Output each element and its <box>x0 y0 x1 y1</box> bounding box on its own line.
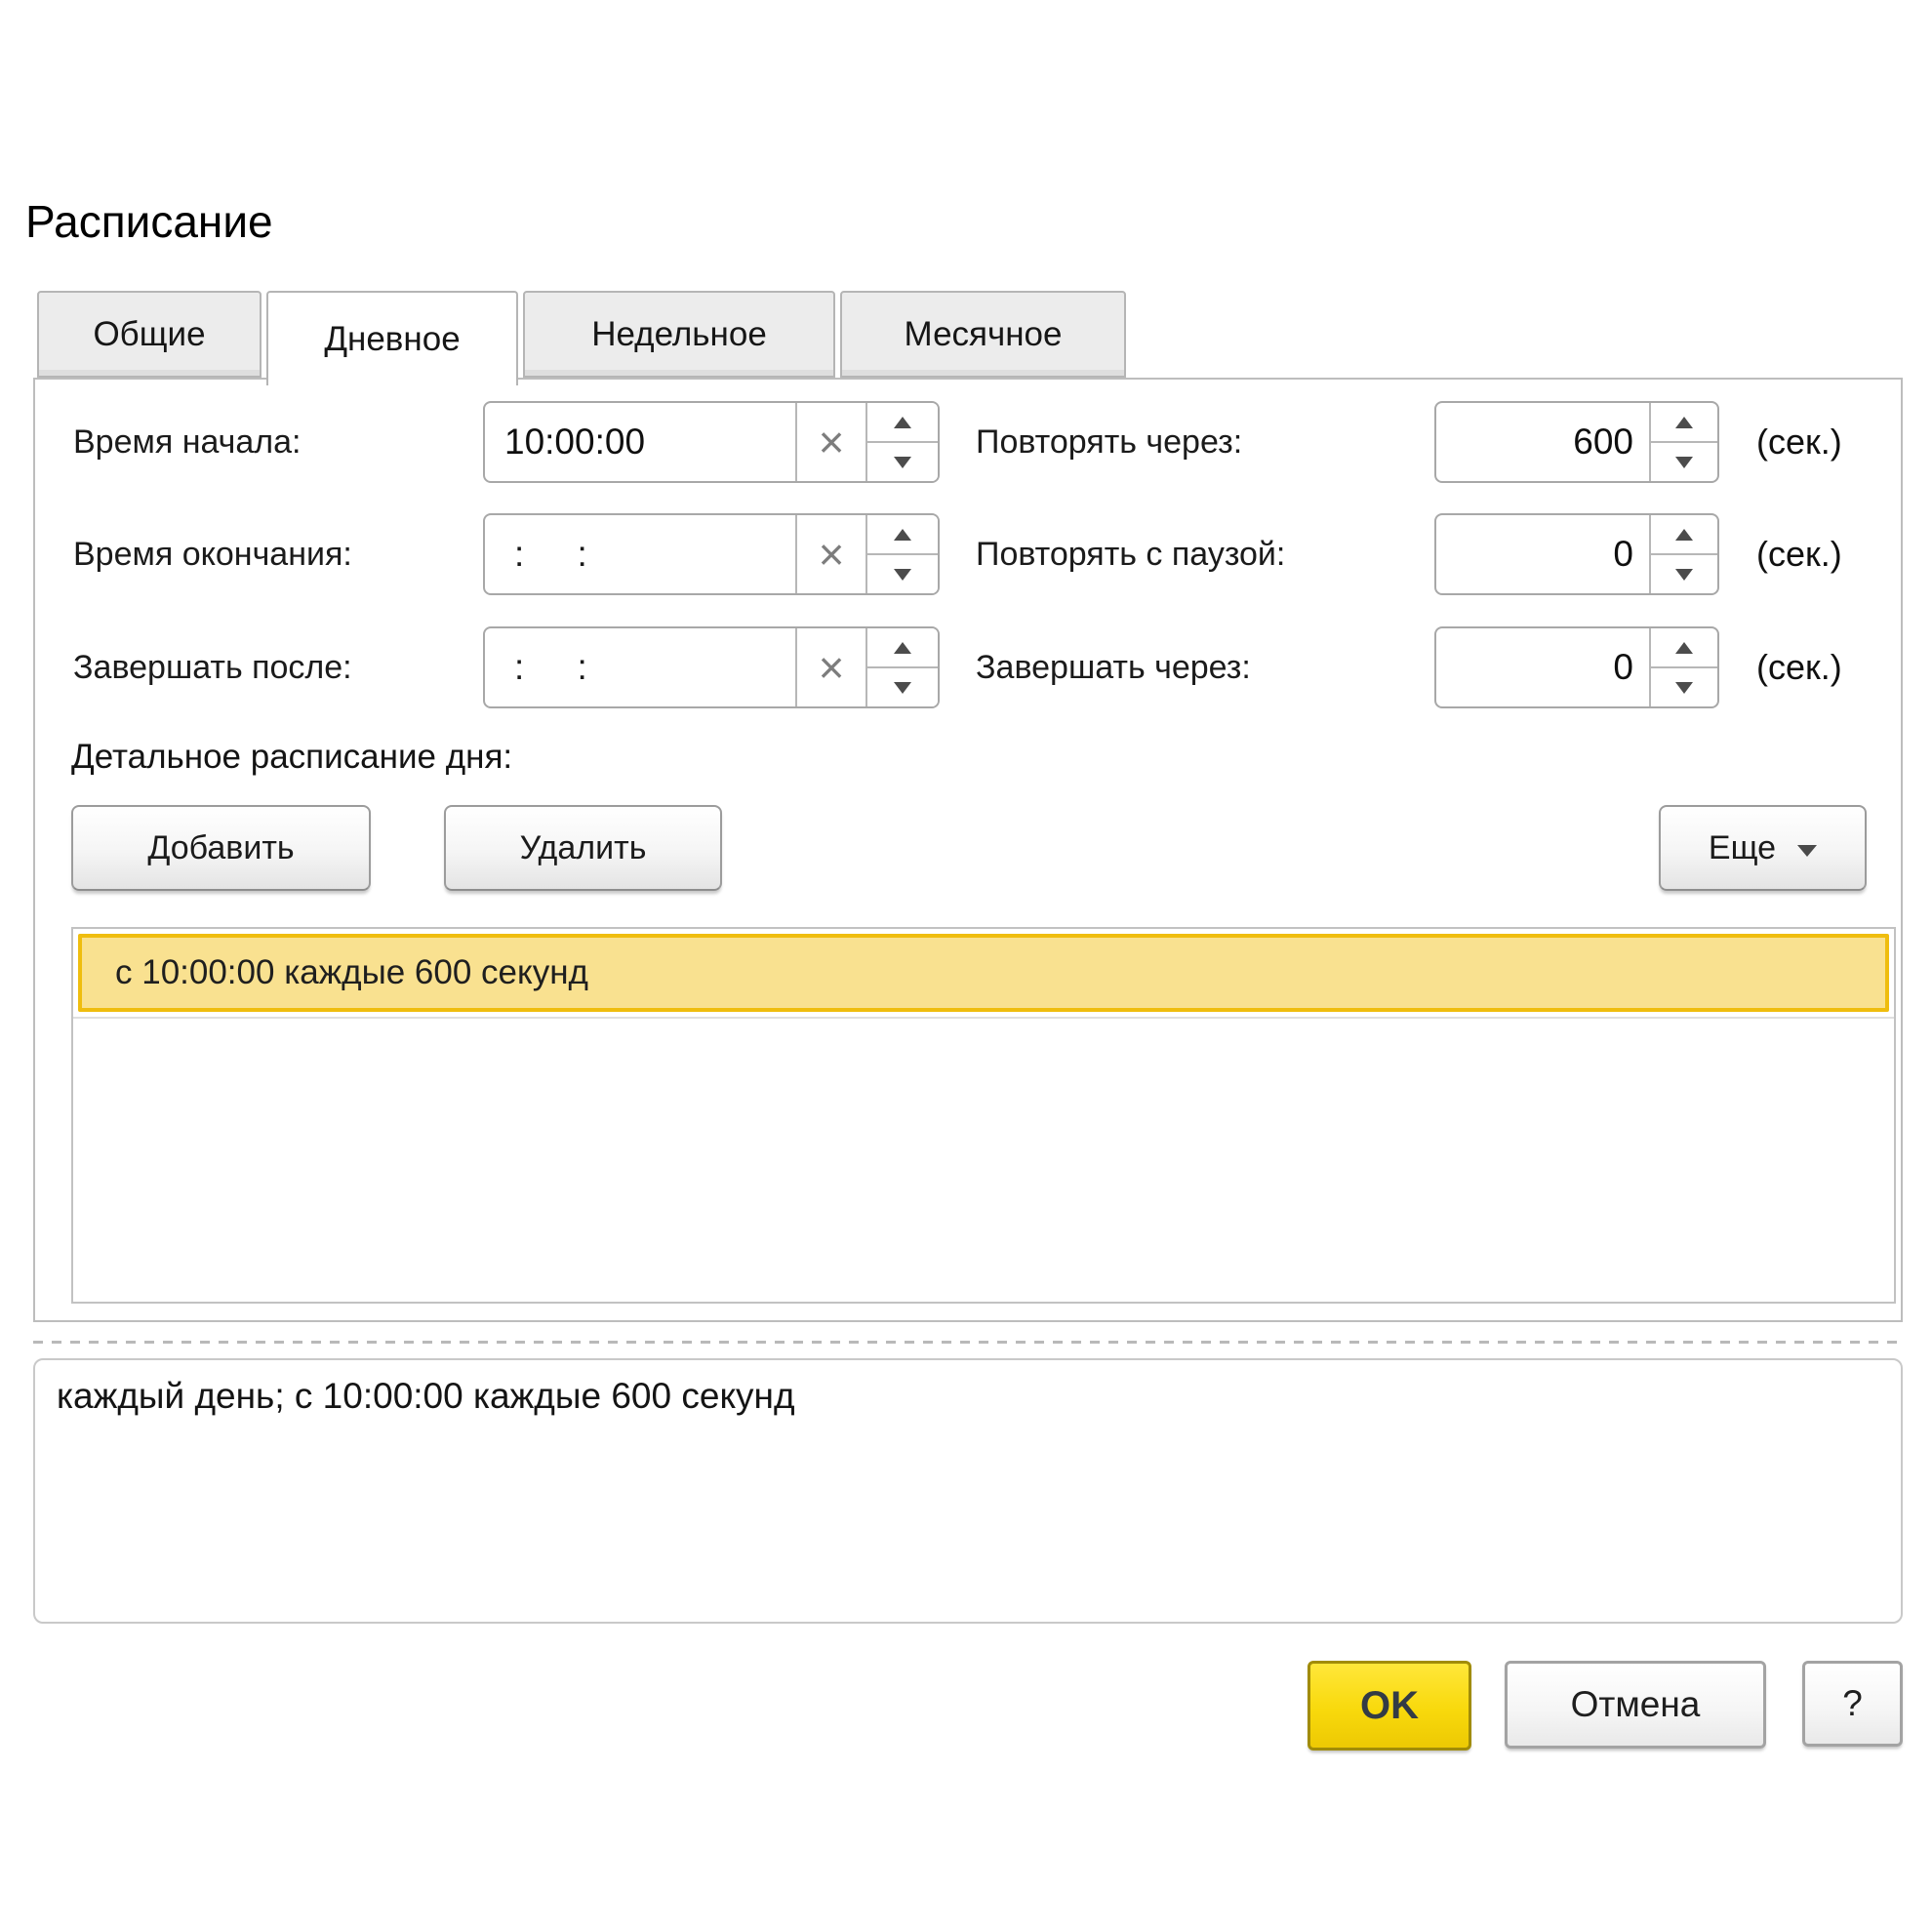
arrow-up-icon <box>1675 529 1693 541</box>
start-time-input[interactable]: 10:00:00 <box>485 403 795 481</box>
arrow-down-icon <box>1675 457 1693 468</box>
finish-in-unit: (сек.) <box>1756 626 1842 708</box>
ok-button-label: OK <box>1360 1684 1419 1728</box>
repeat-pause-field: 0 <box>1434 513 1719 595</box>
finish-in-field: 0 <box>1434 626 1719 708</box>
end-time-input[interactable]: : : <box>485 515 795 593</box>
repeat-every-input[interactable]: 600 <box>1436 403 1649 481</box>
start-time-spin-down[interactable] <box>867 443 938 481</box>
dashed-divider <box>33 1341 1903 1344</box>
arrow-up-icon <box>894 642 911 654</box>
detail-schedule-header: Детальное расписание дня: <box>71 738 512 777</box>
clear-icon: × <box>819 528 845 581</box>
start-time-label: Время начала: <box>73 401 301 483</box>
clear-icon: × <box>819 416 845 468</box>
cancel-button-label: Отмена <box>1571 1684 1701 1725</box>
finish-in-input[interactable]: 0 <box>1436 628 1649 706</box>
tab-weekly-label: Недельное <box>591 315 767 354</box>
end-time-field: : : × <box>483 513 940 595</box>
clear-icon: × <box>819 641 845 694</box>
arrow-down-icon <box>894 457 911 468</box>
tab-weekly[interactable]: Недельное <box>523 291 835 378</box>
repeat-every-unit: (сек.) <box>1756 401 1842 483</box>
start-time-clear-button[interactable]: × <box>795 403 865 481</box>
tab-daily[interactable]: Дневное <box>266 291 518 385</box>
repeat-every-field: 600 <box>1434 401 1719 483</box>
more-button[interactable]: Еще <box>1659 805 1867 891</box>
finish-after-clear-button[interactable]: × <box>795 628 865 706</box>
repeat-pause-spin-up[interactable] <box>1651 515 1717 555</box>
repeat-pause-spin-down[interactable] <box>1651 555 1717 593</box>
arrow-up-icon <box>894 529 911 541</box>
delete-button[interactable]: Удалить <box>444 805 722 891</box>
finish-after-label: Завершать после: <box>73 626 352 708</box>
repeat-every-spin-up[interactable] <box>1651 403 1717 443</box>
tab-monthly-label: Месячное <box>905 315 1063 354</box>
arrow-up-icon <box>1675 642 1693 654</box>
start-time-field: 10:00:00 × <box>483 401 940 483</box>
more-button-label: Еще <box>1709 829 1776 867</box>
arrow-down-icon <box>894 569 911 581</box>
arrow-down-icon <box>1675 569 1693 581</box>
detail-schedule-list: с 10:00:00 каждые 600 секунд <box>71 927 1896 1304</box>
delete-button-label: Удалить <box>520 829 647 867</box>
repeat-every-label: Повторять через: <box>976 401 1242 483</box>
schedule-dialog: Расписание Общие Дневное Недельное Месяч… <box>0 0 1932 1932</box>
repeat-pause-input[interactable]: 0 <box>1436 515 1649 593</box>
finish-after-input[interactable]: : : <box>485 628 795 706</box>
arrow-up-icon <box>1675 417 1693 428</box>
finish-in-label: Завершать через: <box>976 626 1251 708</box>
summary-text: каждый день; с 10:00:00 каждые 600 секун… <box>57 1376 795 1416</box>
arrow-up-icon <box>894 417 911 428</box>
help-button-label: ? <box>1842 1683 1863 1724</box>
help-button[interactable]: ? <box>1802 1661 1903 1747</box>
finish-after-field: : : × <box>483 626 940 708</box>
cancel-button[interactable]: Отмена <box>1505 1661 1766 1749</box>
finish-in-spin-down[interactable] <box>1651 668 1717 706</box>
finish-in-spin-up[interactable] <box>1651 628 1717 668</box>
page-title: Расписание <box>25 195 273 248</box>
finish-after-spin-up[interactable] <box>867 628 938 668</box>
repeat-pause-unit: (сек.) <box>1756 513 1842 595</box>
end-time-spin-up[interactable] <box>867 515 938 555</box>
ok-button[interactable]: OK <box>1308 1661 1471 1751</box>
end-time-spin-down[interactable] <box>867 555 938 593</box>
summary-panel: каждый день; с 10:00:00 каждые 600 секун… <box>33 1358 1903 1624</box>
tab-general-label: Общие <box>93 315 205 354</box>
chevron-down-icon <box>1797 845 1817 857</box>
arrow-down-icon <box>894 682 911 694</box>
repeat-every-spin-down[interactable] <box>1651 443 1717 481</box>
arrow-down-icon <box>1675 682 1693 694</box>
finish-after-spin-down[interactable] <box>867 668 938 706</box>
end-time-label: Время окончания: <box>73 513 352 595</box>
end-time-clear-button[interactable]: × <box>795 515 865 593</box>
list-row-separator <box>73 1017 1894 1019</box>
add-button[interactable]: Добавить <box>71 805 371 891</box>
tab-general[interactable]: Общие <box>37 291 262 378</box>
list-item-selected[interactable]: с 10:00:00 каждые 600 секунд <box>78 934 1889 1012</box>
add-button-label: Добавить <box>147 829 294 867</box>
start-time-spin-up[interactable] <box>867 403 938 443</box>
tab-daily-label: Дневное <box>324 320 460 359</box>
tab-monthly[interactable]: Месячное <box>840 291 1126 378</box>
repeat-pause-label: Повторять с паузой: <box>976 513 1285 595</box>
